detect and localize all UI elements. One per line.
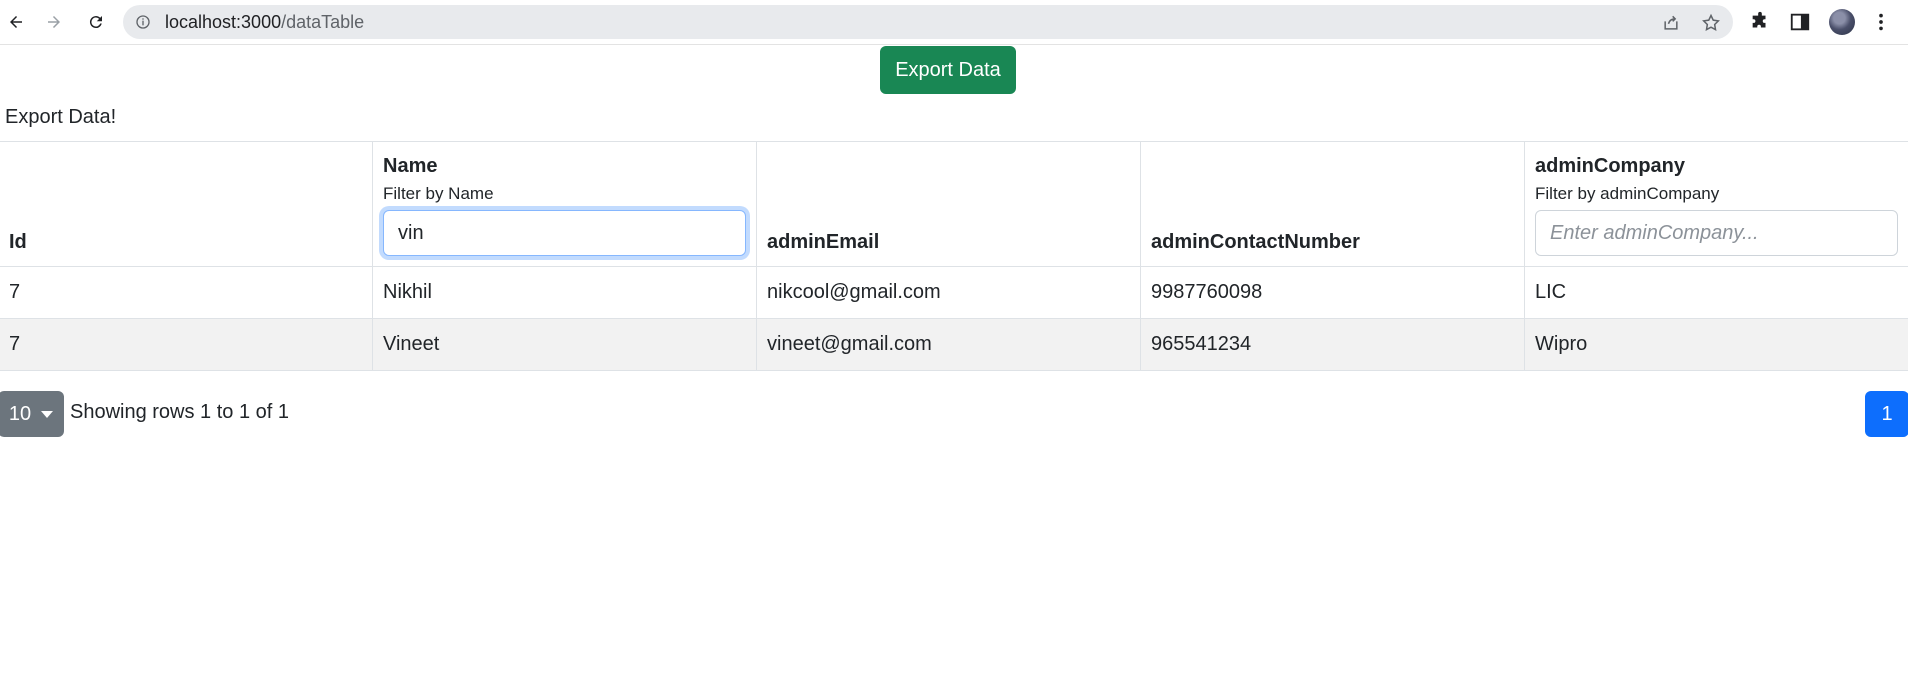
cell-admin-company: Wipro xyxy=(1524,318,1908,371)
column-header-admin-company[interactable]: adminCompany Filter by adminCompany xyxy=(1524,141,1908,267)
column-title: adminCompany xyxy=(1535,155,1686,177)
data-table: Id Name Filter by Name adminEmail adminC… xyxy=(0,141,1908,371)
admin-company-filter-input[interactable] xyxy=(1535,210,1898,256)
name-filter-input[interactable] xyxy=(383,210,746,256)
cell-admin-email: nikcool@gmail.com xyxy=(756,266,1141,319)
column-header-admin-contact-number[interactable]: adminContactNumber xyxy=(1140,141,1525,267)
cell-admin-contact-number: 9987760098 xyxy=(1140,266,1525,319)
cell-name: Nikhil xyxy=(372,266,757,319)
cell-admin-email: vineet@gmail.com xyxy=(756,318,1141,371)
column-header-name[interactable]: Name Filter by Name xyxy=(372,141,757,267)
kebab-menu-icon[interactable] xyxy=(1870,11,1892,33)
column-title: Id xyxy=(9,231,27,253)
table-row[interactable]: 7 Nikhil nikcool@gmail.com 9987760098 LI… xyxy=(0,266,1908,319)
browser-toolbar: localhost:3000/dataTable xyxy=(0,0,1908,45)
filter-label: Filter by adminCompany xyxy=(1535,184,1720,203)
page-size-dropdown[interactable]: 10 xyxy=(0,391,64,437)
profile-avatar[interactable] xyxy=(1829,9,1855,35)
star-icon[interactable] xyxy=(1701,13,1721,33)
info-icon[interactable] xyxy=(135,14,151,30)
forward-arrow-icon[interactable] xyxy=(41,9,67,35)
column-title: Name xyxy=(383,155,438,177)
share-icon[interactable] xyxy=(1661,13,1681,33)
cell-admin-company: LIC xyxy=(1524,266,1908,319)
column-title: adminEmail xyxy=(767,231,880,253)
page-size-value: 10 xyxy=(8,402,32,425)
address-bar[interactable]: localhost:3000/dataTable xyxy=(123,5,1733,39)
pagination-summary: Showing rows 1 to 1 of 1 xyxy=(70,401,290,423)
column-header-admin-email[interactable]: adminEmail xyxy=(756,141,1141,267)
cell-id: 7 xyxy=(0,318,373,371)
reload-icon[interactable] xyxy=(83,9,109,35)
puzzle-icon[interactable] xyxy=(1749,11,1771,33)
back-arrow-icon[interactable] xyxy=(3,9,29,35)
cell-name: Vineet xyxy=(372,318,757,371)
page-1-button[interactable]: 1 xyxy=(1865,391,1908,437)
filter-label: Filter by Name xyxy=(383,184,494,203)
column-title: adminContactNumber xyxy=(1151,231,1360,253)
export-data-button[interactable]: Export Data xyxy=(880,46,1016,94)
column-header-id[interactable]: Id xyxy=(0,141,373,267)
caret-down-icon xyxy=(41,410,54,418)
cell-admin-contact-number: 965541234 xyxy=(1140,318,1525,371)
cell-id: 7 xyxy=(0,266,373,319)
side-panel-icon[interactable] xyxy=(1789,11,1811,33)
url-text: localhost:3000/dataTable xyxy=(165,12,365,32)
export-message: Export Data! xyxy=(5,106,117,128)
table-header-row: Id Name Filter by Name adminEmail adminC… xyxy=(0,141,1908,267)
table-row[interactable]: 7 Vineet vineet@gmail.com 965541234 Wipr… xyxy=(0,318,1908,371)
